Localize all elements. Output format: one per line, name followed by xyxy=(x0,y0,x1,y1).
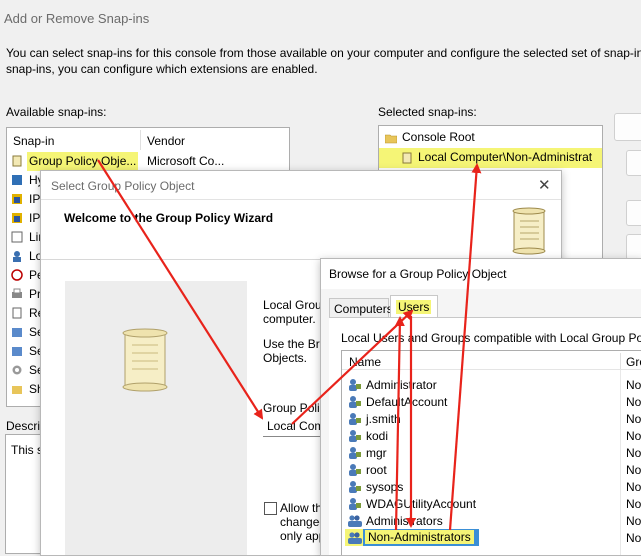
scroll-icon xyxy=(512,207,546,255)
user-icon xyxy=(348,429,362,442)
selected-snapins-label: Selected snap-ins: xyxy=(378,105,477,119)
wizard-title: Select Group Policy Object xyxy=(51,179,195,193)
browse-title: Browse for a Group Policy Object xyxy=(329,267,507,281)
users-icon xyxy=(13,251,21,262)
wizard-text: computer. xyxy=(263,312,316,326)
security-icon xyxy=(12,328,22,337)
column-divider xyxy=(140,130,141,150)
users-rows: Administrator No DefaultAccount No j.smith No… xyxy=(341,350,641,555)
services-icon xyxy=(12,365,22,375)
user-row[interactable]: DefaultAccount No xyxy=(341,393,641,410)
row-value: No xyxy=(626,514,641,528)
hyperv-icon xyxy=(12,175,22,185)
group-row[interactable]: Administrators No xyxy=(341,512,641,529)
close-icon[interactable]: ✕ xyxy=(538,176,551,194)
row-value: No xyxy=(626,531,641,545)
row-value: No xyxy=(626,497,641,511)
list-item-label: Group Policy Obje... xyxy=(27,152,139,171)
row-name: Non-Administrators xyxy=(365,530,474,544)
user-row[interactable]: j.smith No xyxy=(341,410,641,427)
group-row[interactable]: Non-Administrators No xyxy=(341,529,641,546)
user-icon xyxy=(348,480,362,493)
tab-label: Users xyxy=(396,300,432,314)
column-header-snapin[interactable]: Snap-in xyxy=(13,134,54,148)
row-name: kodi xyxy=(366,429,389,443)
wizard-side-panel xyxy=(65,281,247,555)
tab-computers[interactable]: Computers xyxy=(329,298,393,318)
row-value: No xyxy=(626,446,641,460)
folder-icon xyxy=(385,134,397,144)
divider xyxy=(41,199,561,200)
row-name: Administrator xyxy=(366,378,437,392)
tab-users[interactable]: Users xyxy=(390,295,438,319)
allow-checkbox[interactable] xyxy=(264,502,277,515)
document-icon xyxy=(12,307,22,319)
user-row[interactable]: mgr No xyxy=(341,444,641,461)
link-icon xyxy=(11,231,23,243)
security-icon xyxy=(12,347,22,356)
move-down-button[interactable] xyxy=(626,234,641,260)
group-icon xyxy=(348,514,362,527)
row-name: sysops xyxy=(366,480,404,494)
user-row[interactable]: WDAGUtilityAccount No xyxy=(341,495,641,512)
list-item-label: IP xyxy=(29,192,41,206)
ip-security-icon xyxy=(12,213,22,223)
row-value: No xyxy=(626,395,641,409)
browse-window: Browse for a Group Policy Object Compute… xyxy=(320,258,641,556)
tree-item-label: Console Root xyxy=(402,130,475,144)
tree-item-label: Local Computer\Non-Administrat xyxy=(418,150,593,164)
list-item[interactable]: Group Policy Obje... Microsoft Co... xyxy=(7,152,289,171)
wizard-text: Local Group xyxy=(263,298,329,312)
row-name: root xyxy=(366,463,387,477)
row-value: No xyxy=(626,463,641,477)
description-text: This s xyxy=(11,443,44,457)
browse-caption: Local Users and Groups compatible with L… xyxy=(341,331,641,345)
user-row[interactable]: kodi No xyxy=(341,427,641,444)
ip-security-icon xyxy=(12,194,22,204)
group-icon xyxy=(348,531,362,544)
scroll-icon xyxy=(122,328,168,392)
user-icon xyxy=(348,395,362,408)
description-line-1: You can select snap-ins for this console… xyxy=(6,46,641,60)
user-row[interactable]: Administrator No xyxy=(341,376,641,393)
row-name: DefaultAccount xyxy=(366,395,448,409)
remove-button[interactable] xyxy=(626,150,641,176)
column-header-vendor[interactable]: Vendor xyxy=(147,134,185,148)
wizard-text: Objects. xyxy=(263,351,308,365)
performance-icon xyxy=(11,269,23,281)
row-name: Administrators xyxy=(366,514,443,528)
list-item-label: IP xyxy=(29,211,41,225)
shared-folder-icon xyxy=(12,386,22,394)
user-icon xyxy=(348,463,362,476)
print-icon xyxy=(12,288,22,298)
row-value: No xyxy=(626,412,641,426)
user-icon xyxy=(348,446,362,459)
user-row[interactable]: sysops No xyxy=(341,478,641,495)
edit-extensions-button[interactable] xyxy=(614,113,641,141)
row-name: WDAGUtilityAccount xyxy=(366,497,477,511)
dialog-title: Add or Remove Snap-ins xyxy=(4,11,150,26)
user-icon xyxy=(348,412,362,425)
row-name: j.smith xyxy=(366,412,401,426)
move-up-button[interactable] xyxy=(626,200,641,226)
row-value: No xyxy=(626,429,641,443)
list-item-vendor: Microsoft Co... xyxy=(147,154,225,168)
wizard-heading: Welcome to the Group Policy Wizard xyxy=(64,211,274,225)
scroll-icon xyxy=(402,152,412,164)
available-snapins-label: Available snap-ins: xyxy=(6,105,107,119)
row-name: mgr xyxy=(366,446,387,460)
user-icon xyxy=(348,378,362,391)
scroll-icon xyxy=(12,155,22,167)
user-icon xyxy=(348,497,362,510)
tab-label: Computers xyxy=(334,302,393,316)
user-row[interactable]: root No xyxy=(341,461,641,478)
row-value: No xyxy=(626,378,641,392)
description-line-2: snap-ins, you can configure which extens… xyxy=(6,62,318,76)
row-value: No xyxy=(626,480,641,494)
